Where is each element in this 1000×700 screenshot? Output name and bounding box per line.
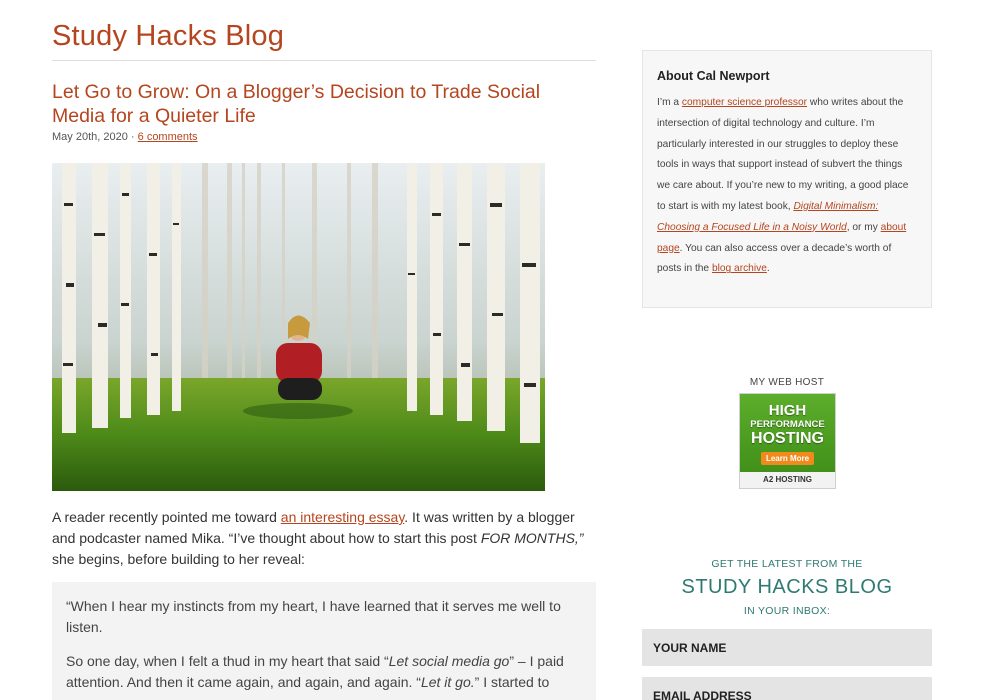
ad-line-2: PERFORMANCE — [750, 419, 825, 430]
about-text-4: . You can also access over a decade’s wo… — [657, 242, 892, 275]
quote-emphasis-1: Let social media go — [388, 653, 510, 669]
about-text-1: I’m a — [657, 97, 682, 108]
email-field[interactable] — [642, 677, 932, 700]
quote-paragraph-1: “When I hear my instincts from my heart,… — [66, 598, 561, 635]
quote-text-a: So one day, when I felt a thud in my hea… — [66, 653, 389, 669]
comments-link[interactable]: 6 comments — [138, 131, 198, 143]
name-field[interactable] — [642, 629, 932, 666]
post-title[interactable]: Let Go to Grow: On a Blogger’s Decision … — [52, 80, 596, 128]
forest-photo — [52, 163, 545, 491]
ad-brand: A2 HOSTING — [740, 472, 835, 488]
about-heading: About Cal Newport — [657, 69, 770, 83]
learn-more-button[interactable]: Learn More — [760, 452, 815, 465]
essay-link[interactable]: an interesting essay — [281, 509, 404, 525]
hosting-ad-banner[interactable]: HIGH PERFORMANCE HOSTING Learn More A2 H… — [739, 393, 836, 489]
intro-text-3: she begins, before building to her revea… — [52, 551, 305, 567]
post-meta: May 20th, 2020 · 6 comments — [52, 131, 198, 143]
signup-subtitle: IN YOUR INBOX: — [743, 605, 831, 617]
blog-archive-link[interactable]: blog archive — [712, 263, 767, 274]
ad-line-1: HIGH — [768, 402, 807, 419]
quote-paragraph-2: So one day, when I felt a thud in my hea… — [66, 651, 582, 693]
post-date: May 20th, 2020 — [52, 131, 128, 143]
quote-text-c: ” I started to — [474, 674, 550, 690]
about-text-2: who writes about the intersection of dig… — [657, 97, 909, 212]
meta-separator: · — [130, 131, 135, 143]
about-text-5: . — [766, 263, 770, 275]
about-text: I’m a computer science professor who wri… — [657, 93, 917, 280]
intro-text-1: A reader recently pointed me toward — [52, 509, 281, 525]
cs-professor-link[interactable]: computer science professor — [682, 97, 807, 108]
quote-emphasis-2: Let it go. — [420, 674, 475, 690]
post-intro: A reader recently pointed me toward an i… — [52, 507, 596, 570]
title-divider — [52, 60, 596, 61]
about-text-3: , or my — [846, 221, 881, 233]
ad-line-3: HOSTING — [751, 430, 824, 447]
post-photo — [52, 163, 545, 491]
about-widget: About Cal Newport I’m a computer science… — [642, 50, 932, 308]
web-host-label: MY WEB HOST — [749, 377, 825, 388]
signup-intro: GET THE LATEST FROM THE — [711, 558, 863, 570]
signup-title: STUDY HACKS BLOG — [681, 576, 893, 598]
blog-title[interactable]: Study Hacks Blog — [52, 20, 284, 53]
blockquote: “When I hear my instincts from my heart,… — [52, 582, 596, 700]
intro-emphasis: FOR MONTHS,” — [480, 530, 584, 546]
